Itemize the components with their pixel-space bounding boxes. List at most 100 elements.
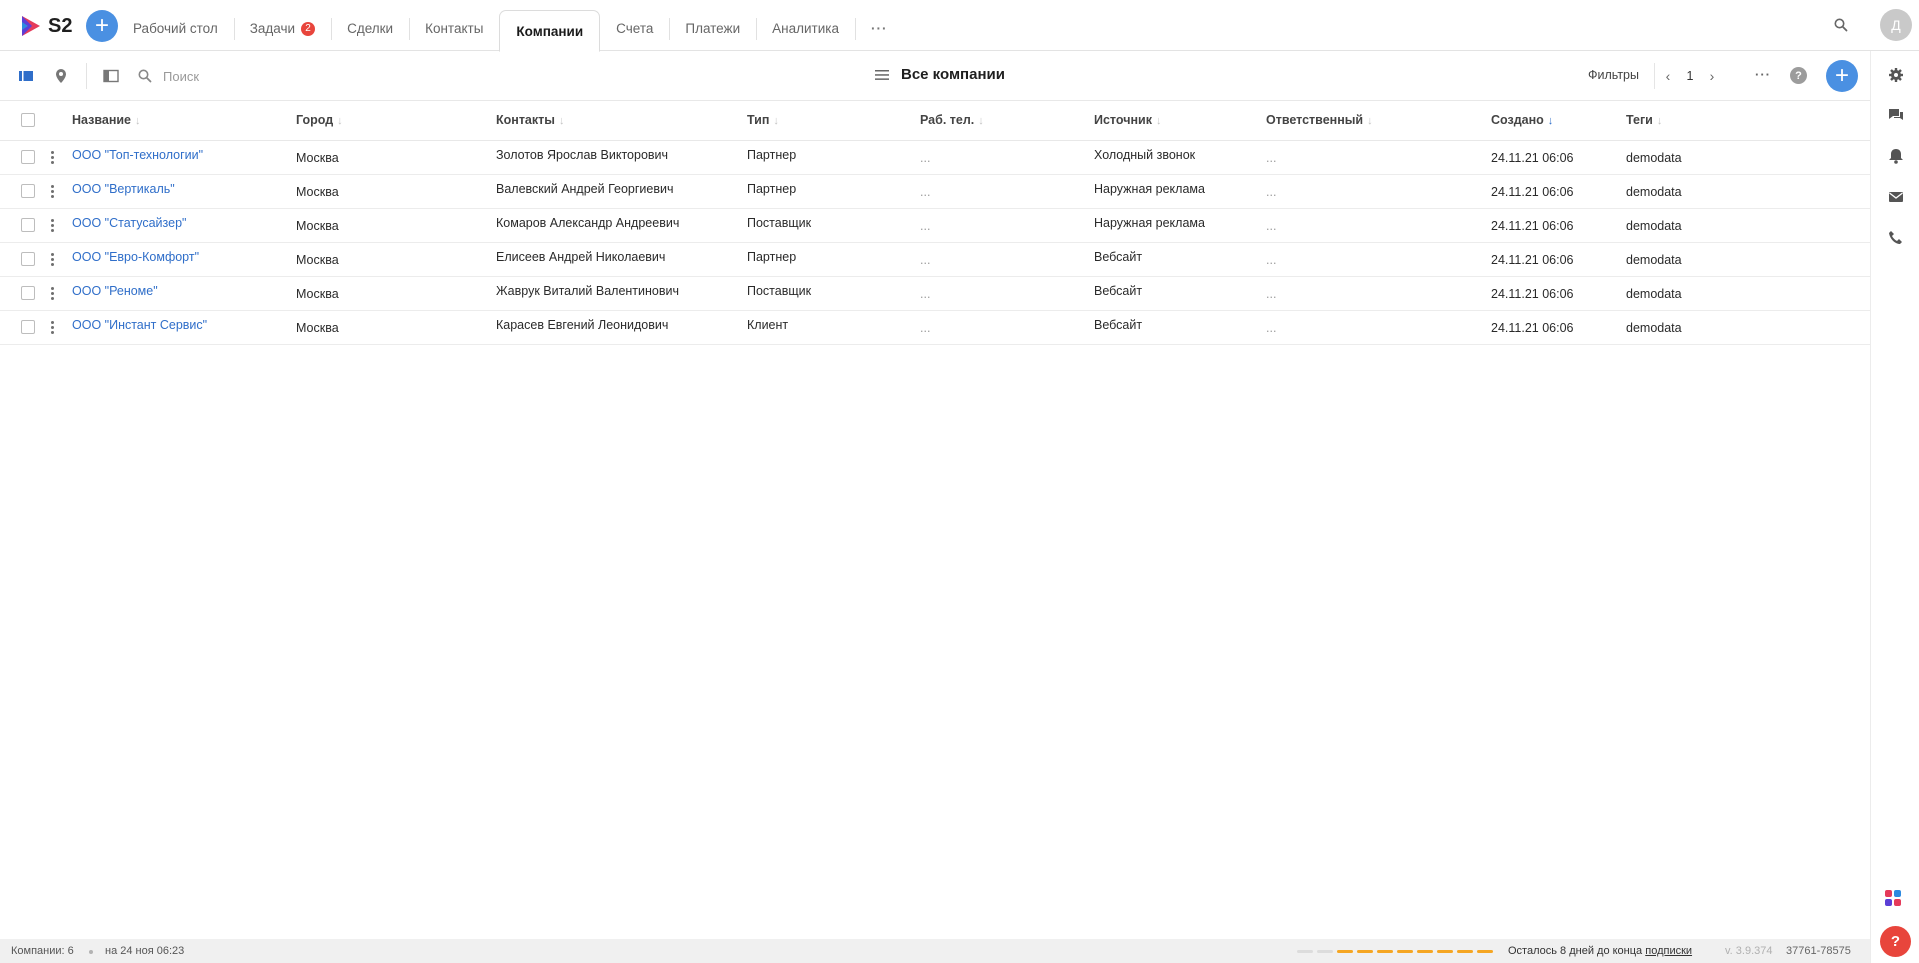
subscription-link[interactable]: подписки [1645, 945, 1692, 957]
cell-work-phone: ... [920, 287, 931, 301]
cell-city: Москва [296, 151, 339, 165]
cell-source: Вебсайт [1094, 318, 1143, 332]
row-checkbox[interactable] [21, 286, 35, 300]
search-input[interactable] [163, 64, 463, 88]
cell-source: Наружная реклама [1094, 182, 1205, 196]
column-header-work-phone[interactable]: Раб. тел. ↓ [920, 113, 984, 127]
row-menu-icon[interactable] [49, 151, 55, 165]
cell-contact: Жаврук Виталий Валентинович [496, 284, 680, 298]
column-header-contacts[interactable]: Контакты ↓ [496, 113, 564, 127]
cell-owner: ... [1266, 185, 1277, 199]
progress-segment [1397, 950, 1413, 953]
companies-table: Название ↓ Город ↓ Контакты ↓ Тип ↓ Раб. тел… [0, 101, 1870, 345]
cell-city: Москва [296, 185, 339, 199]
company-name-link[interactable]: ООО "Инстант Сервис" [72, 318, 207, 332]
progress-segment [1357, 950, 1373, 953]
app-logo[interactable]: S2 [20, 14, 74, 38]
chat-icon[interactable] [1888, 107, 1904, 123]
sort-icon: ↓ [1367, 115, 1373, 127]
phone-icon[interactable] [1888, 230, 1904, 246]
add-company-button[interactable]: + [1826, 60, 1858, 92]
cell-owner: ... [1266, 151, 1277, 165]
map-pin-icon[interactable] [53, 68, 69, 84]
sort-icon: ↓ [773, 115, 779, 127]
column-header-name[interactable]: Название ↓ [72, 113, 141, 127]
tab-analytics[interactable]: Аналитика [756, 10, 855, 47]
cell-city: Москва [296, 219, 339, 233]
row-menu-icon[interactable] [49, 219, 55, 233]
sort-icon: ↓ [337, 115, 343, 127]
table-row[interactable]: ООО "Топ-технологии" Москва Золотов Ярос… [0, 141, 1870, 175]
column-header-type[interactable]: Тип ↓ [747, 113, 779, 127]
gear-icon[interactable] [1888, 67, 1904, 83]
table-row[interactable]: ООО "Реноме" Москва Жаврук Виталий Вален… [0, 277, 1870, 311]
more-actions-button[interactable]: ··· [1755, 67, 1771, 82]
tabs-more-button[interactable]: ··· [854, 10, 904, 47]
company-name-link[interactable]: ООО "Статусайзер" [72, 216, 186, 230]
cell-created: 24.11.21 06:06 [1491, 219, 1574, 233]
support-button[interactable]: ? [1880, 926, 1911, 957]
sort-icon: ↓ [1155, 115, 1162, 127]
cell-source: Наружная реклама [1094, 216, 1205, 230]
next-page-button[interactable]: › [1699, 63, 1725, 89]
company-name-link[interactable]: ООО "Реноме" [72, 284, 158, 298]
company-name-link[interactable]: ООО "Вертикаль" [72, 182, 175, 196]
row-menu-icon[interactable] [49, 253, 55, 267]
app-version: v. 3.9.374 [1725, 945, 1773, 957]
row-menu-icon[interactable] [49, 321, 55, 335]
table-row[interactable]: ООО "Вертикаль" Москва Валевский Андрей … [0, 175, 1870, 209]
sort-icon: ↓ [1656, 115, 1663, 127]
select-all-checkbox[interactable] [21, 113, 35, 127]
column-header-owner[interactable]: Ответственный ↓ [1266, 113, 1373, 127]
cell-tags: demodata [1626, 151, 1682, 165]
column-header-city[interactable]: Город ↓ [296, 113, 343, 127]
view-title: Все компании [901, 66, 1005, 83]
tab-dashboard[interactable]: Рабочий стол [117, 10, 234, 47]
row-checkbox[interactable] [21, 320, 35, 334]
tab-label: Счета [616, 21, 654, 36]
cell-created: 24.11.21 06:06 [1491, 253, 1574, 267]
cell-created: 24.11.21 06:06 [1491, 321, 1574, 335]
tab-invoices[interactable]: Счета [600, 10, 669, 47]
table-row[interactable]: ООО "Евро-Комфорт" Москва Елисеев Андрей… [0, 243, 1870, 277]
right-sidebar [1870, 51, 1919, 963]
cell-type: Поставщик [747, 284, 812, 298]
list-view-icon[interactable] [18, 68, 34, 84]
help-button[interactable]: ? [1790, 67, 1807, 84]
column-header-tags[interactable]: Теги ↓ [1626, 113, 1662, 127]
company-name-link[interactable]: ООО "Евро-Комфорт" [72, 250, 199, 264]
sidebar-toggle-icon[interactable] [103, 68, 119, 84]
bell-icon[interactable] [1888, 148, 1904, 164]
tab-contacts[interactable]: Контакты [409, 10, 499, 47]
row-checkbox[interactable] [21, 218, 35, 232]
table-row[interactable]: ООО "Инстант Сервис" Москва Карасев Евге… [0, 311, 1870, 345]
tab-deals[interactable]: Сделки [331, 10, 409, 47]
quick-add-button[interactable]: + [86, 10, 118, 42]
tab-payments[interactable]: Платежи [669, 10, 756, 47]
row-checkbox[interactable] [21, 184, 35, 198]
column-header-source[interactable]: Источник ↓ [1094, 113, 1161, 127]
column-header-created[interactable]: Создано ↓ [1491, 113, 1553, 127]
integration-logo-icon[interactable] [1884, 889, 1902, 907]
company-name-link[interactable]: ООО "Топ-технологии" [72, 148, 203, 162]
mail-icon[interactable] [1888, 189, 1904, 205]
cell-owner: ... [1266, 287, 1277, 301]
filters-button[interactable]: Фильтры [1588, 68, 1639, 82]
row-checkbox[interactable] [21, 252, 35, 266]
cell-contact: Елисеев Андрей Николаевич [496, 250, 666, 264]
progress-segment [1437, 950, 1453, 953]
row-menu-icon[interactable] [49, 185, 55, 199]
cell-tags: demodata [1626, 185, 1682, 199]
row-menu-icon[interactable] [49, 287, 55, 301]
view-selector[interactable]: Все компании [875, 66, 1005, 83]
user-avatar[interactable]: Д [1880, 9, 1912, 41]
table-row[interactable]: ООО "Статусайзер" Москва Комаров Алексан… [0, 209, 1870, 243]
progress-segment [1417, 950, 1433, 953]
cell-type: Партнер [747, 148, 797, 162]
row-checkbox[interactable] [21, 150, 35, 164]
tab-companies[interactable]: Компании [499, 10, 601, 52]
tab-tasks[interactable]: Задачи 2 [233, 10, 331, 47]
global-search-icon[interactable] [1833, 17, 1849, 33]
pagination: ‹ 1 › [1654, 63, 1725, 89]
prev-page-button[interactable]: ‹ [1655, 63, 1681, 89]
